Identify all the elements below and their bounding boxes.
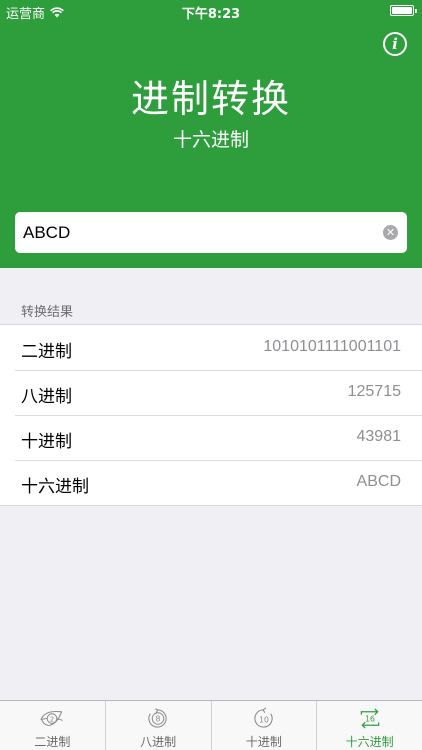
status-bar: 运营商 下午8:23 [0, 0, 422, 22]
result-label: 十六进制 [21, 477, 89, 497]
header: 运营商 下午8:23 i 进制转换 十六进制 ✕ [0, 0, 422, 268]
info-button[interactable]: i [383, 32, 407, 56]
binary-icon: 2 [40, 710, 64, 726]
battery-icon [390, 5, 417, 16]
result-row-binary[interactable]: 二进制 1010101111001101 [0, 325, 422, 370]
tab-octal[interactable]: 8 八进制 [104, 701, 211, 750]
page-subtitle: 十六进制 [172, 129, 249, 151]
page-title: 进制转换 [130, 77, 291, 121]
octal-icon: 8 [148, 708, 167, 728]
result-value: 43981 [356, 428, 402, 445]
result-value: 1010101111001101 [263, 338, 401, 355]
info-icon: i [392, 35, 398, 53]
result-row-hex[interactable]: 十六进制 ABCD [0, 460, 422, 505]
close-icon: ✕ [385, 226, 396, 239]
tab-badge: 8 [156, 714, 161, 723]
clear-input-button[interactable]: ✕ [383, 225, 398, 240]
decimal-icon: 10 [254, 707, 273, 728]
tab-label: 十进制 [245, 735, 282, 749]
result-label: 八进制 [21, 387, 72, 407]
tab-label: 二进制 [34, 735, 71, 749]
status-time: 下午8:23 [181, 7, 241, 22]
result-value: ABCD [356, 473, 401, 490]
result-label: 二进制 [21, 342, 72, 362]
result-row-octal[interactable]: 八进制 125715 [0, 370, 422, 415]
number-input[interactable] [15, 212, 375, 253]
results-section-label: 转换结果 [21, 305, 74, 320]
tab-label: 八进制 [140, 735, 177, 749]
tab-badge: 10 [259, 715, 269, 724]
number-input-wrapper: ✕ [15, 212, 407, 253]
tab-badge: 16 [365, 714, 375, 723]
result-label: 十进制 [21, 432, 72, 452]
tab-decimal[interactable]: 10 十进制 [210, 701, 317, 750]
result-row-decimal[interactable]: 十进制 43981 [0, 415, 422, 460]
tab-hex[interactable]: 16 十六进制 [316, 701, 422, 750]
tab-binary[interactable]: 2 二进制 [0, 701, 105, 750]
tab-badge: 2 [50, 715, 54, 723]
results-list: 二进制 1010101111001101 八进制 125715 十进制 4398… [0, 324, 422, 506]
tab-label: 十六进制 [345, 735, 394, 749]
hex-icon: 16 [360, 708, 379, 729]
tab-bar: 2 二进制 8 八进制 10 十进制 16 十六进制 [0, 700, 422, 750]
result-value: 125715 [347, 383, 401, 400]
